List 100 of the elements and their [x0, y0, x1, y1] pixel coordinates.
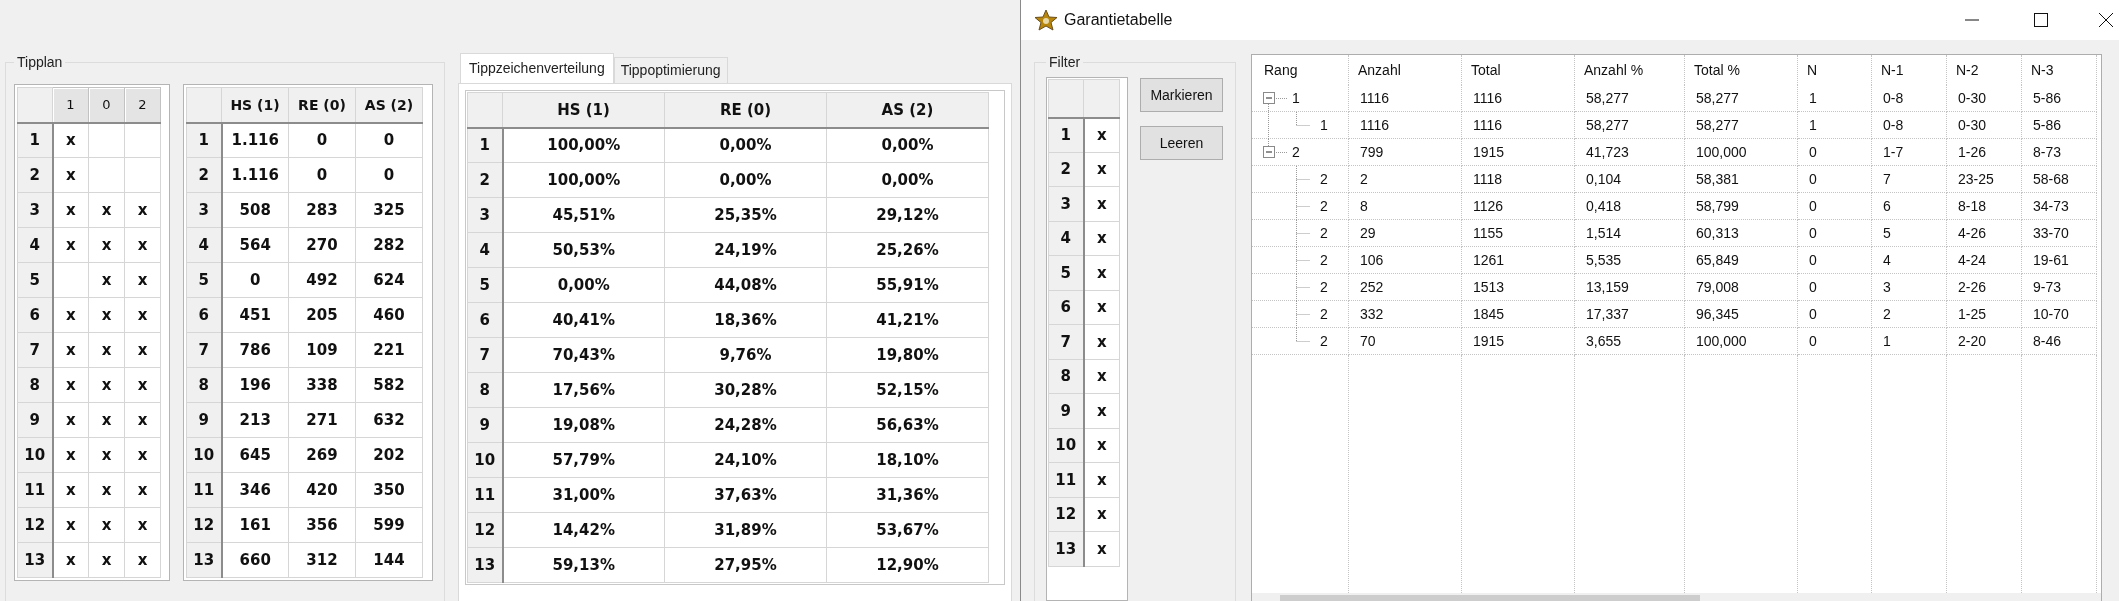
- tree-connector: [1296, 166, 1310, 193]
- column-header[interactable]: Total: [1462, 55, 1575, 85]
- table-cell: 213: [221, 402, 289, 438]
- table-cell: 29: [1349, 220, 1462, 247]
- column-header[interactable]: 2: [124, 87, 161, 123]
- table-cell: 24,10%: [664, 442, 827, 478]
- table-cell: 13,159: [1575, 274, 1685, 301]
- table-cell: 18,36%: [664, 302, 827, 338]
- table-cell: 1-7: [1872, 139, 1947, 166]
- table-cell: 4-24: [1947, 247, 2022, 274]
- table-cell: 70,43%: [502, 337, 665, 373]
- table-cell: 9-73: [2022, 274, 2097, 301]
- table-cell: 58,277: [1685, 112, 1798, 139]
- table-cell: 8-73: [2022, 139, 2097, 166]
- collapse-icon[interactable]: [1263, 146, 1275, 158]
- column-header[interactable]: N-1: [1872, 55, 1947, 85]
- table-cell: 0: [1798, 274, 1872, 301]
- table-cell: x: [124, 367, 161, 403]
- table-cell: 283: [288, 192, 356, 228]
- row-header: 11: [467, 477, 503, 513]
- row-header: 1: [467, 127, 503, 163]
- table-cell: 564: [221, 227, 289, 263]
- action-button[interactable]: Leeren: [1140, 126, 1223, 160]
- column-header[interactable]: N: [1798, 55, 1872, 85]
- column-header[interactable]: N-3: [2022, 55, 2097, 85]
- table-cell: 4-26: [1947, 220, 2022, 247]
- table-cell: 100,000: [1685, 328, 1798, 355]
- column-header: HS (1): [502, 92, 665, 128]
- rank-text: 2: [1320, 252, 1328, 268]
- close-icon: [2098, 12, 2114, 28]
- row-header: 13: [17, 542, 53, 578]
- row-header: 13: [467, 547, 503, 583]
- table-cell: x: [1083, 462, 1120, 497]
- table-cell: 8-46: [2022, 328, 2097, 355]
- column-header[interactable]: Rang: [1252, 55, 1349, 85]
- table-cell: 60,313: [1685, 220, 1798, 247]
- table-cell: 24,19%: [664, 232, 827, 268]
- table-cell: 0: [1798, 328, 1872, 355]
- row-header: 3: [1048, 186, 1084, 221]
- table-cell: 14,42%: [502, 512, 665, 548]
- table-cell: x: [52, 402, 89, 438]
- tab[interactable]: Tippzeichenverteilung: [460, 53, 614, 83]
- table-cell: 1915: [1462, 139, 1575, 166]
- table-cell: 144: [355, 542, 423, 578]
- table-cell: x: [52, 157, 89, 193]
- row-header: 1: [186, 122, 222, 158]
- table-cell: 53,67%: [826, 512, 989, 548]
- table-cell: 196: [221, 367, 289, 403]
- table-cell: 5-86: [2022, 85, 2097, 112]
- row-header: 6: [17, 297, 53, 333]
- action-button[interactable]: Markieren: [1140, 78, 1223, 112]
- table-cell: x: [124, 542, 161, 578]
- table-cell: 460: [355, 297, 423, 333]
- table-cell: x: [124, 507, 161, 543]
- row-header: 10: [467, 442, 503, 478]
- table-cell: 0,418: [1575, 193, 1685, 220]
- table-cell: 1-26: [1947, 139, 2022, 166]
- table-cell: x: [88, 332, 125, 368]
- table-cell: 44,08%: [664, 267, 827, 303]
- rank-text: 2: [1292, 144, 1300, 160]
- column-header[interactable]: N-2: [1947, 55, 2022, 85]
- corner-header: [17, 87, 53, 123]
- row-header: 7: [467, 337, 503, 373]
- table-cell: x: [88, 472, 125, 508]
- table-cell: 0: [355, 157, 423, 193]
- table-cell: 786: [221, 332, 289, 368]
- column-header[interactable]: Anzahl %: [1575, 55, 1685, 85]
- table-cell: x: [52, 227, 89, 263]
- tab[interactable]: Tippoptimierung: [613, 57, 728, 83]
- row-header: 8: [186, 367, 222, 403]
- row-header: 12: [17, 507, 53, 543]
- table-cell: 27,95%: [664, 547, 827, 583]
- corner-header: [186, 87, 222, 123]
- column-header[interactable]: Anzahl: [1349, 55, 1462, 85]
- table-cell: 10-70: [2022, 301, 2097, 328]
- row-header: 9: [467, 407, 503, 443]
- table-cell: x: [52, 507, 89, 543]
- table-cell: x: [88, 262, 125, 298]
- row-header: 12: [1048, 497, 1084, 532]
- collapse-icon[interactable]: [1263, 92, 1275, 104]
- row-header: 4: [17, 227, 53, 263]
- table-cell: x: [1083, 117, 1120, 152]
- table-cell: 1116: [1462, 112, 1575, 139]
- column-header[interactable]: 1: [52, 87, 89, 123]
- table-cell: 25,26%: [826, 232, 989, 268]
- table-cell: x: [88, 542, 125, 578]
- row-header: 1: [17, 122, 53, 158]
- table-cell: x: [1083, 324, 1120, 359]
- rank-text: 2: [1320, 306, 1328, 322]
- row-header: 11: [1048, 462, 1084, 497]
- table-cell: 109: [288, 332, 356, 368]
- column-header: [1083, 79, 1120, 118]
- table-cell: 19,08%: [502, 407, 665, 443]
- table-cell: 356: [288, 507, 356, 543]
- row-header: 10: [1048, 428, 1084, 463]
- row-header: 13: [186, 542, 222, 578]
- column-header[interactable]: 0: [88, 87, 125, 123]
- table-cell: 0: [288, 122, 356, 158]
- column-header: HS (1): [221, 87, 289, 123]
- column-header[interactable]: Total %: [1685, 55, 1798, 85]
